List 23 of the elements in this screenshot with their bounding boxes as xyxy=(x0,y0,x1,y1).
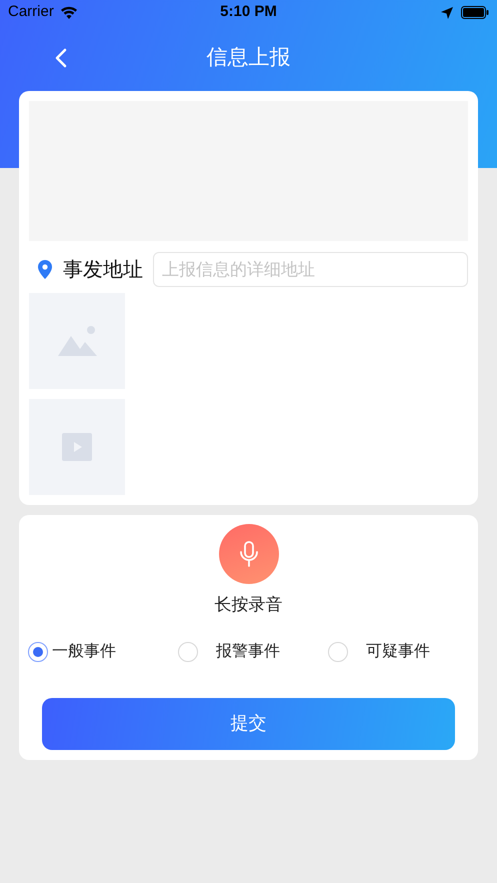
address-field[interactable]: 上报信息的详细地址 xyxy=(153,252,468,287)
battery-icon xyxy=(460,6,489,19)
microphone-icon xyxy=(240,541,258,567)
image-icon xyxy=(58,326,96,356)
event-type-label: 一般事件 xyxy=(52,642,116,662)
add-video-tile[interactable] xyxy=(29,399,125,495)
location-pin-icon xyxy=(38,260,52,279)
back-icon xyxy=(55,48,67,68)
event-type-label: 可疑事件 xyxy=(366,642,430,662)
video-play-icon xyxy=(62,433,92,461)
status-time: 5:10 PM xyxy=(220,2,277,22)
radio-button[interactable] xyxy=(28,642,48,662)
location-arrow-icon xyxy=(440,6,453,18)
wifi-icon xyxy=(60,6,78,19)
add-photo-tile[interactable] xyxy=(29,293,125,389)
page-title: 信息上报 xyxy=(206,45,290,72)
radio-button[interactable] xyxy=(178,642,198,662)
carrier-label: Carrier xyxy=(8,2,54,22)
radio-button[interactable] xyxy=(328,642,348,662)
submit-button[interactable]: 提交 xyxy=(42,698,455,750)
address-label: 事发地址 xyxy=(63,258,143,282)
record-label: 长按录音 xyxy=(214,594,282,616)
event-type-label: 报警事件 xyxy=(216,642,280,662)
